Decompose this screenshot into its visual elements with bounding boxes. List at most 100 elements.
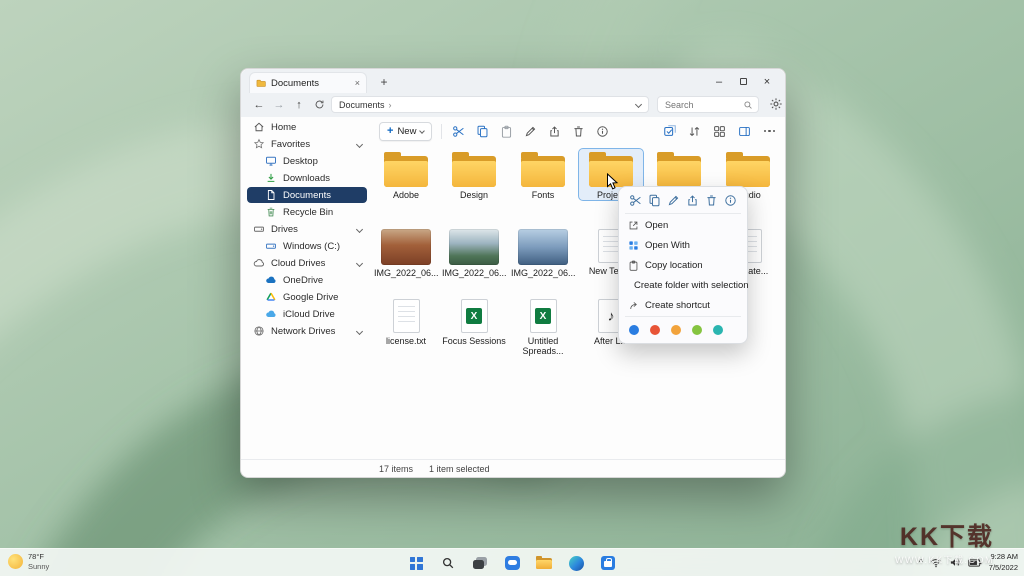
trash-icon[interactable]	[705, 194, 718, 207]
menu-item-copy-location[interactable]: Copy location	[619, 255, 747, 275]
folder-icon	[521, 153, 565, 187]
paste-button[interactable]	[499, 124, 514, 139]
folder-tag-colors	[619, 318, 747, 343]
search-box[interactable]	[657, 96, 759, 113]
sidebar-item-label: Home	[271, 122, 296, 133]
edge-button[interactable]	[564, 551, 588, 575]
chevron-down-icon[interactable]	[356, 140, 363, 147]
close-button[interactable]: ×	[755, 72, 779, 91]
folder-icon	[589, 153, 633, 187]
rename-icon[interactable]	[667, 194, 680, 207]
search-input[interactable]	[663, 99, 743, 111]
address-bar[interactable]: Documents ›	[331, 96, 649, 113]
file-explorer-button[interactable]	[532, 551, 556, 575]
details-pane-button[interactable]	[737, 124, 752, 139]
chevron-down-icon[interactable]	[356, 259, 363, 266]
minimize-button[interactable]: –	[707, 72, 731, 91]
info-icon[interactable]	[724, 194, 737, 207]
status-bar: 17 items 1 item selected	[241, 459, 785, 477]
cut-button[interactable]	[451, 124, 466, 139]
menu-item-create-folder-with-selection[interactable]: Create folder with selection	[619, 275, 747, 295]
window-chrome: Documents × + – × ← → ↑ Documents ›	[241, 69, 785, 117]
volume-icon[interactable]	[949, 557, 961, 568]
file-item-design[interactable]: Design	[442, 149, 506, 200]
start-button[interactable]	[404, 551, 428, 575]
sidebar-item-home[interactable]: Home	[247, 119, 367, 135]
sidebar-item-google-drive[interactable]: Google Drive	[247, 289, 367, 305]
forward-button[interactable]: →	[271, 96, 287, 113]
tray-chevron-icon[interactable]: ^	[919, 558, 923, 567]
breadcrumb[interactable]: Documents	[339, 100, 385, 110]
wifi-icon[interactable]	[930, 557, 942, 568]
more-icon	[764, 130, 776, 133]
properties-button[interactable]	[595, 124, 610, 139]
rename-button[interactable]	[523, 124, 538, 139]
store-button[interactable]	[596, 551, 620, 575]
tag-color-teal[interactable]	[713, 325, 723, 335]
tab-documents[interactable]: Documents ×	[249, 72, 367, 93]
sidebar-section-drives[interactable]: Drives	[247, 221, 367, 237]
file-item-untitled-spreadsheet[interactable]: X Untitled Spreads...	[511, 295, 575, 357]
chevron-down-icon[interactable]	[356, 225, 363, 232]
chat-button[interactable]	[500, 551, 524, 575]
taskbar: 78°F Sunny ^ 9:28 AM 7/5/2022	[0, 548, 1024, 576]
menu-item-create-shortcut[interactable]: Create shortcut	[619, 295, 747, 315]
file-item-focus-sessions[interactable]: X Focus Sessions	[442, 295, 506, 346]
sidebar-item-onedrive[interactable]: OneDrive	[247, 272, 367, 288]
file-item-img1[interactable]: IMG_2022_06...	[374, 225, 438, 278]
share-icon[interactable]	[686, 194, 699, 207]
sidebar-section-network-drives[interactable]: Network Drives	[247, 323, 367, 339]
refresh-button[interactable]	[311, 96, 327, 113]
tag-color-red[interactable]	[650, 325, 660, 335]
sidebar-item-recycle-bin[interactable]: Recycle Bin	[247, 204, 367, 220]
tag-color-blue[interactable]	[629, 325, 639, 335]
address-dropdown-icon[interactable]	[635, 101, 642, 108]
tag-color-green[interactable]	[692, 325, 702, 335]
task-view-button[interactable]	[468, 551, 492, 575]
sidebar-section-favorites[interactable]: Favorites	[247, 136, 367, 152]
settings-button[interactable]	[769, 97, 785, 113]
back-button[interactable]: ←	[251, 96, 267, 113]
taskbar-weather-widget[interactable]: 78°F Sunny	[8, 552, 49, 572]
sidebar-item-windows-c[interactable]: Windows (C:)	[247, 238, 367, 254]
multiselect-button[interactable]	[662, 124, 677, 139]
taskbar-search-button[interactable]	[436, 551, 460, 575]
sidebar-item-icloud-drive[interactable]: iCloud Drive	[247, 306, 367, 322]
more-button[interactable]	[762, 124, 777, 139]
search-icon	[441, 556, 455, 570]
windows-drive-icon	[265, 240, 277, 252]
file-item-adobe[interactable]: Adobe	[374, 149, 438, 200]
sidebar-item-label: Favorites	[271, 139, 310, 150]
taskbar-clock[interactable]: 9:28 AM 7/5/2022	[989, 552, 1018, 572]
new-button[interactable]: + New	[379, 122, 432, 141]
maximize-button[interactable]	[731, 72, 755, 91]
chevron-down-icon[interactable]	[356, 327, 363, 334]
sidebar-section-cloud-drives[interactable]: Cloud Drives	[247, 255, 367, 271]
folder-icon	[726, 153, 770, 187]
file-item-img3[interactable]: IMG_2022_06...	[511, 225, 575, 278]
menu-item-open[interactable]: Open	[619, 215, 747, 235]
copy-icon[interactable]	[648, 194, 661, 207]
up-button[interactable]: ↑	[291, 96, 307, 113]
tab-close-icon[interactable]: ×	[355, 79, 360, 88]
menu-item-open-with[interactable]: Open With	[619, 235, 747, 255]
sidebar-item-documents[interactable]: Documents	[247, 187, 367, 203]
battery-icon[interactable]	[968, 558, 982, 568]
layout-button[interactable]	[712, 124, 727, 139]
sidebar-item-desktop[interactable]: Desktop	[247, 153, 367, 169]
file-item-img2[interactable]: IMG_2022_06...	[442, 225, 506, 278]
sidebar-item-downloads[interactable]: Downloads	[247, 170, 367, 186]
share-button[interactable]	[547, 124, 562, 139]
delete-button[interactable]	[571, 124, 586, 139]
new-tab-button[interactable]: +	[375, 73, 393, 91]
tag-color-orange[interactable]	[671, 325, 681, 335]
file-item-fonts[interactable]: Fonts	[511, 149, 575, 200]
recycle-bin-icon	[265, 206, 277, 218]
copy-button[interactable]	[475, 124, 490, 139]
cloud-icon	[253, 257, 265, 269]
icloud-icon	[265, 308, 277, 320]
cut-icon[interactable]	[629, 194, 642, 207]
file-item-license[interactable]: license.txt	[374, 295, 438, 346]
folder-icon	[452, 153, 496, 187]
sort-button[interactable]	[687, 124, 702, 139]
